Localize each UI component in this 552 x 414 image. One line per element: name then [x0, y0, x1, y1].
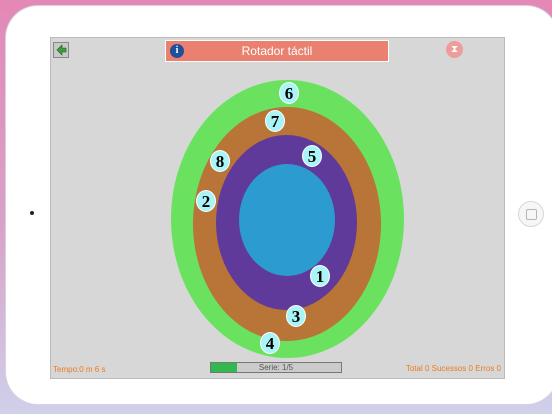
chip-3[interactable]: 3: [286, 305, 306, 327]
chip-8[interactable]: 8: [210, 150, 230, 172]
ring-center[interactable]: [239, 164, 335, 276]
chip-5[interactable]: 5: [302, 145, 322, 167]
page-title: Rotador táctil: [241, 44, 313, 58]
score-text: Total 0 Sucessos 0 Erros 0: [405, 364, 501, 373]
chip-6[interactable]: 6: [279, 82, 299, 104]
hourglass-icon[interactable]: ⧗: [446, 41, 463, 58]
game-screen: i Rotador táctil ⧗ 6 7 8 5 2 1 3 4 Tempo…: [50, 37, 505, 379]
chip-2[interactable]: 2: [196, 190, 216, 212]
chip-1[interactable]: 1: [310, 265, 330, 287]
info-icon[interactable]: i: [170, 44, 184, 58]
timer-text: Tempo:0 m 6 s: [53, 365, 106, 374]
chip-7[interactable]: 7: [265, 110, 285, 132]
series-progress-bar: Serie: 1/5: [210, 362, 342, 373]
title-bar: i Rotador táctil: [165, 40, 389, 62]
home-button[interactable]: [518, 201, 544, 227]
camera-dot: [30, 211, 34, 215]
back-arrow-icon[interactable]: [53, 42, 69, 58]
chip-4[interactable]: 4: [260, 332, 280, 354]
series-text: Serie: 1/5: [258, 363, 294, 372]
